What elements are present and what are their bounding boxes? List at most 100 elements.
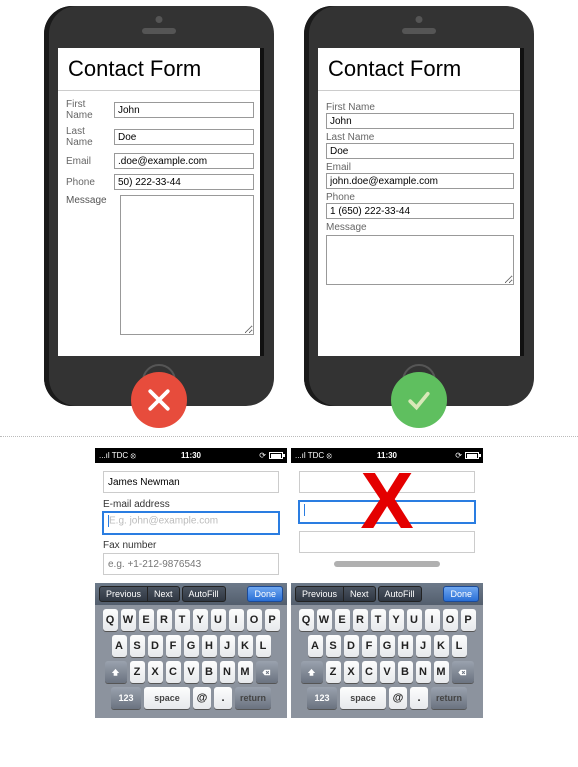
key-g[interactable]: G (380, 635, 395, 657)
ios-mockup-right: ...ıl TDC ⦻ 11:30 ⟳ X Previous Next Auto… (291, 448, 483, 718)
key-i[interactable]: I (229, 609, 244, 631)
autofill-button[interactable]: AutoFill (378, 586, 422, 602)
key-g[interactable]: G (184, 635, 199, 657)
key-r[interactable]: R (157, 609, 172, 631)
autofill-button[interactable]: AutoFill (182, 586, 226, 602)
key-dot[interactable]: . (410, 687, 428, 709)
email-input[interactable] (299, 501, 475, 523)
orientation-lock-icon: ⟳ (455, 451, 462, 460)
key-c[interactable]: C (362, 661, 377, 683)
key-r[interactable]: R (353, 609, 368, 631)
next-button[interactable]: Next (343, 586, 376, 602)
message-label: Message (66, 195, 120, 335)
key-v[interactable]: V (380, 661, 395, 683)
key-b[interactable]: B (202, 661, 217, 683)
key-u[interactable]: U (211, 609, 226, 631)
key-e[interactable]: E (335, 609, 350, 631)
message-input[interactable] (326, 235, 514, 285)
key-f[interactable]: F (166, 635, 181, 657)
key-a[interactable]: A (112, 635, 127, 657)
key-123[interactable]: 123 (307, 687, 337, 709)
key-shift[interactable] (105, 661, 127, 683)
key-c[interactable]: C (166, 661, 181, 683)
phone-input[interactable] (326, 203, 514, 219)
name-input[interactable] (299, 471, 475, 493)
phone-frame: Contact Form First Name Last Name Email (44, 6, 274, 406)
first-name-input[interactable] (114, 102, 254, 118)
key-t[interactable]: T (175, 609, 190, 631)
key-at[interactable]: @ (193, 687, 211, 709)
scrollbar[interactable] (260, 48, 264, 356)
key-p[interactable]: P (265, 609, 280, 631)
previous-button[interactable]: Previous (99, 586, 148, 602)
fax-input[interactable] (103, 553, 279, 575)
last-name-input[interactable] (326, 143, 514, 159)
backspace-icon (457, 667, 468, 678)
key-b[interactable]: B (398, 661, 413, 683)
key-j[interactable]: J (220, 635, 235, 657)
fax-input[interactable] (299, 531, 475, 553)
key-d[interactable]: D (344, 635, 359, 657)
done-button[interactable]: Done (443, 586, 479, 602)
last-name-input[interactable] (114, 129, 254, 145)
previous-button[interactable]: Previous (295, 586, 344, 602)
key-f[interactable]: F (362, 635, 377, 657)
key-dot[interactable]: . (214, 687, 232, 709)
message-input[interactable] (120, 195, 254, 335)
key-at[interactable]: @ (389, 687, 407, 709)
key-d[interactable]: D (148, 635, 163, 657)
key-n[interactable]: N (416, 661, 431, 683)
key-q[interactable]: Q (299, 609, 314, 631)
key-h[interactable]: H (202, 635, 217, 657)
key-s[interactable]: S (326, 635, 341, 657)
key-x[interactable]: X (148, 661, 163, 683)
key-x[interactable]: X (344, 661, 359, 683)
key-q[interactable]: Q (103, 609, 118, 631)
key-l[interactable]: L (452, 635, 467, 657)
key-w[interactable]: W (121, 609, 136, 631)
key-m[interactable]: M (238, 661, 253, 683)
key-return[interactable]: return (235, 687, 271, 709)
key-backspace[interactable] (256, 661, 278, 683)
email-input[interactable] (326, 173, 514, 189)
key-space[interactable]: space (144, 687, 190, 709)
key-y[interactable]: Y (193, 609, 208, 631)
key-z[interactable]: Z (326, 661, 341, 683)
key-e[interactable]: E (139, 609, 154, 631)
key-backspace[interactable] (452, 661, 474, 683)
contact-form-title: Contact Form (318, 48, 522, 91)
key-space[interactable]: space (340, 687, 386, 709)
key-o[interactable]: O (443, 609, 458, 631)
key-j[interactable]: J (416, 635, 431, 657)
key-p[interactable]: P (461, 609, 476, 631)
next-button[interactable]: Next (147, 586, 180, 602)
first-name-input[interactable] (326, 113, 514, 129)
key-y[interactable]: Y (389, 609, 404, 631)
name-input[interactable] (103, 471, 279, 493)
key-t[interactable]: T (371, 609, 386, 631)
phone-input[interactable] (114, 174, 254, 190)
key-u[interactable]: U (407, 609, 422, 631)
key-k[interactable]: K (238, 635, 253, 657)
key-i[interactable]: I (425, 609, 440, 631)
scrollbar[interactable] (520, 48, 524, 356)
key-z[interactable]: Z (130, 661, 145, 683)
email-input[interactable] (114, 153, 254, 169)
key-w[interactable]: W (317, 609, 332, 631)
key-o[interactable]: O (247, 609, 262, 631)
key-l[interactable]: L (256, 635, 271, 657)
kb-row-2: ASDFGHJKL (98, 635, 284, 657)
key-a[interactable]: A (308, 635, 323, 657)
done-button[interactable]: Done (247, 586, 283, 602)
key-return[interactable]: return (431, 687, 467, 709)
key-s[interactable]: S (130, 635, 145, 657)
key-m[interactable]: M (434, 661, 449, 683)
key-n[interactable]: N (220, 661, 235, 683)
key-shift[interactable] (301, 661, 323, 683)
key-v[interactable]: V (184, 661, 199, 683)
key-123[interactable]: 123 (111, 687, 141, 709)
key-h[interactable]: H (398, 635, 413, 657)
form-area: E-mail address E.g. john@example.com Fax… (95, 463, 287, 583)
email-input[interactable]: E.g. john@example.com (103, 512, 279, 534)
key-k[interactable]: K (434, 635, 449, 657)
